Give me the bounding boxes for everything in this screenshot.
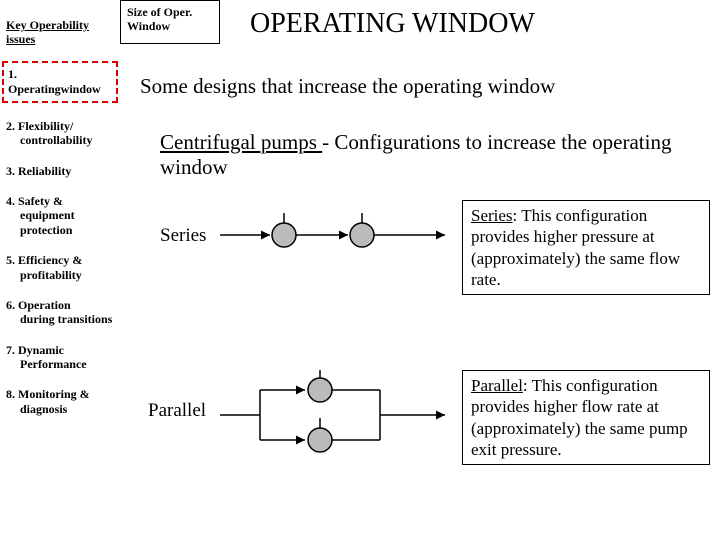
parallel-label: Parallel — [148, 400, 206, 422]
pump-heading-underline: Centrifugal pumps — [160, 130, 322, 154]
sidebar-item-3[interactable]: 3. Reliability — [6, 164, 116, 178]
sidebar-item-7[interactable]: 7. DynamicPerformance — [6, 343, 116, 372]
pump-heading: Centrifugal pumps - Configurations to in… — [160, 130, 680, 180]
sidebar-item-5[interactable]: 5. Efficiency &profitability — [6, 253, 116, 282]
sidebar-item-4[interactable]: 4. Safety &equipment protection — [6, 194, 116, 237]
sidebar-item-6[interactable]: 6. Operationduring transitions — [6, 298, 116, 327]
sidebar-item-8[interactable]: 8. Monitoring &diagnosis — [6, 387, 116, 416]
series-label: Series — [160, 225, 206, 247]
sidebar-item-2[interactable]: 2. Flexibility/controllability — [6, 119, 116, 148]
parallel-description: Parallel: This configuration provides hi… — [462, 370, 710, 465]
size-of-window-box: Size of Oper. Window — [120, 0, 220, 44]
subtitle: Some designs that increase the operating… — [140, 74, 700, 99]
parallel-desc-underline: Parallel — [471, 376, 523, 395]
parallel-diagram — [220, 370, 450, 460]
series-diagram — [220, 210, 450, 260]
series-desc-underline: Series — [471, 206, 513, 225]
sidebar-title: Key Operability issues — [6, 18, 116, 47]
sidebar: Key Operability issues 1. Operatingwindo… — [0, 0, 120, 540]
sidebar-item-1[interactable]: 1. Operatingwindow — [2, 61, 118, 103]
page-title: OPERATING WINDOW — [250, 8, 535, 40]
series-description: Series: This configuration provides high… — [462, 200, 710, 295]
